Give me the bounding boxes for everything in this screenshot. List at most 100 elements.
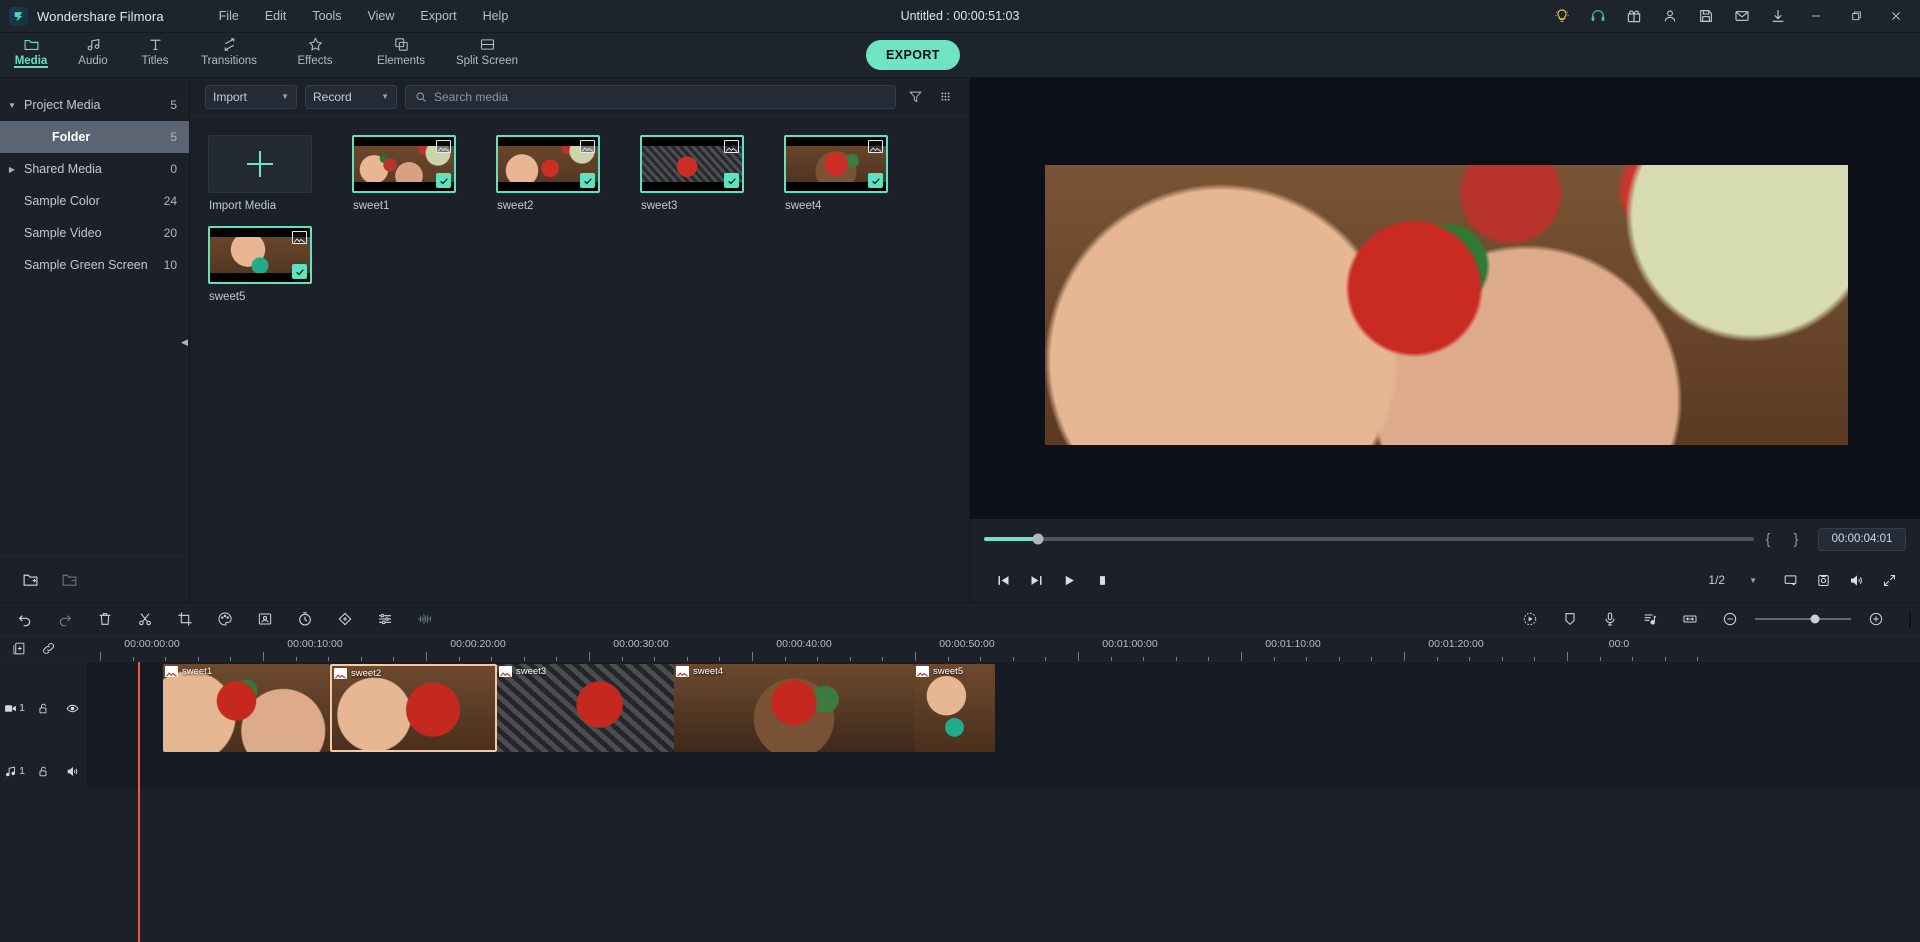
menu-edit[interactable]: Edit: [252, 5, 300, 27]
sidebar-item-folder[interactable]: Folder 5: [0, 121, 189, 153]
play-button[interactable]: [1053, 565, 1086, 595]
fit-to-timeline-icon[interactable]: [1670, 603, 1710, 636]
selected-check-icon[interactable]: [724, 173, 739, 188]
zoom-out-icon[interactable]: [1710, 603, 1750, 636]
tab-effects[interactable]: Effects: [272, 33, 358, 67]
menu-file[interactable]: File: [206, 5, 252, 27]
audio-track-mute-button[interactable]: [58, 765, 87, 778]
media-thumbnail[interactable]: [640, 135, 744, 193]
tab-audio[interactable]: Audio: [62, 33, 124, 67]
menu-help[interactable]: Help: [470, 5, 522, 27]
render-preview-icon[interactable]: [1510, 603, 1550, 636]
save-project-icon[interactable]: [1688, 0, 1724, 33]
menu-tools[interactable]: Tools: [299, 5, 354, 27]
tips-lightbulb-icon[interactable]: [1544, 0, 1580, 33]
volume-icon[interactable]: [1840, 565, 1873, 595]
speed-timer-icon[interactable]: [285, 603, 325, 636]
pop-out-player-icon[interactable]: [1774, 565, 1807, 595]
sidebar-item-project-media[interactable]: ▼ Project Media 5: [0, 89, 189, 121]
keyframe-diamond-icon[interactable]: [325, 603, 365, 636]
collapse-sidebar-handle[interactable]: ◀: [179, 329, 190, 355]
import-media-button[interactable]: [208, 135, 312, 193]
audio-mixer-icon[interactable]: [365, 603, 405, 636]
delete-trash-icon[interactable]: [85, 603, 125, 636]
preview-stage[interactable]: [970, 78, 1920, 519]
timeline-clip[interactable]: sweet5: [914, 664, 995, 752]
green-screen-icon[interactable]: [245, 603, 285, 636]
mark-out-button[interactable]: }: [1782, 531, 1810, 548]
new-folder-icon[interactable]: [22, 571, 39, 588]
tab-media[interactable]: Media: [0, 33, 62, 68]
tab-split-screen[interactable]: Split Screen: [444, 33, 530, 67]
record-dropdown[interactable]: Record ▼: [305, 84, 397, 109]
selected-check-icon[interactable]: [868, 173, 883, 188]
sidebar-item-shared-media[interactable]: ▶ Shared Media 0: [0, 153, 189, 185]
media-thumbnail[interactable]: [352, 135, 456, 193]
tab-transitions[interactable]: Transitions: [186, 33, 272, 67]
sidebar-item-sample-color[interactable]: Sample Color 24: [0, 185, 189, 217]
preview-timecode[interactable]: 00:00:04:01: [1818, 527, 1906, 551]
video-track-lock-button[interactable]: [29, 702, 58, 715]
expand-arrow-icon[interactable]: ▶: [0, 165, 24, 174]
selected-check-icon[interactable]: [580, 173, 595, 188]
video-track-visibility-button[interactable]: [58, 702, 87, 715]
expand-arrow-icon[interactable]: ▼: [0, 101, 24, 110]
detach-audio-icon[interactable]: [1630, 603, 1670, 636]
next-frame-button[interactable]: [1020, 565, 1053, 595]
menu-view[interactable]: View: [355, 5, 408, 27]
audio-track-lock-button[interactable]: [29, 765, 58, 778]
timeline-clip[interactable]: sweet1: [163, 664, 330, 752]
minimize-button[interactable]: [1796, 0, 1836, 33]
media-thumbnail[interactable]: [208, 226, 312, 284]
support-headset-icon[interactable]: [1580, 0, 1616, 33]
mark-in-button[interactable]: {: [1754, 531, 1782, 548]
selected-check-icon[interactable]: [292, 264, 307, 279]
voiceover-microphone-icon[interactable]: [1590, 603, 1630, 636]
remove-folder-icon[interactable]: [61, 571, 78, 588]
zoom-in-icon[interactable]: [1856, 603, 1896, 636]
sidebar-item-sample-video[interactable]: Sample Video 20: [0, 217, 189, 249]
tab-titles[interactable]: Titles: [124, 33, 186, 67]
undo-icon[interactable]: [5, 603, 45, 636]
import-dropdown[interactable]: Import ▼: [205, 84, 297, 109]
media-thumbnail[interactable]: [784, 135, 888, 193]
sidebar-item-sample-green-screen[interactable]: Sample Green Screen 10: [0, 249, 189, 281]
timeline-clip[interactable]: sweet4: [674, 664, 914, 752]
search-media-box[interactable]: [405, 84, 896, 109]
timeline-zoom-slider[interactable]: [1755, 609, 1851, 629]
timeline-clip[interactable]: sweet3: [497, 664, 674, 752]
audio-waveform-icon[interactable]: [405, 603, 445, 636]
tab-elements[interactable]: Elements: [358, 33, 444, 67]
timeline-clip[interactable]: sweet2: [330, 664, 497, 752]
preview-scrubber[interactable]: [984, 533, 1754, 545]
color-palette-icon[interactable]: [205, 603, 245, 636]
download-icon[interactable]: [1760, 0, 1796, 33]
menu-export[interactable]: Export: [407, 5, 469, 27]
mail-icon[interactable]: [1724, 0, 1760, 33]
stop-button[interactable]: [1086, 565, 1119, 595]
add-track-icon[interactable]: [12, 641, 27, 656]
zoom-slider-handle[interactable]: [1810, 614, 1820, 624]
selected-check-icon[interactable]: [436, 173, 451, 188]
timeline-ruler[interactable]: 00:00:00:00 00:00:10:00 00:00:20:00 00:00:3…: [88, 636, 1920, 661]
panel-resize-handle[interactable]: [1908, 609, 1912, 629]
scrubber-handle[interactable]: [1032, 533, 1044, 545]
playback-quality-dropdown[interactable]: 1/2 ▼: [1701, 568, 1764, 592]
fullscreen-icon[interactable]: [1873, 565, 1906, 595]
close-button[interactable]: [1876, 0, 1916, 33]
snapshot-camera-icon[interactable]: [1807, 565, 1840, 595]
audio-track-body[interactable]: [88, 754, 1920, 788]
video-track-body[interactable]: sweet1 sweet2 sweet3 sweet4 sweet5: [88, 662, 1920, 754]
filter-funnel-icon[interactable]: [904, 86, 926, 108]
account-person-icon[interactable]: [1652, 0, 1688, 33]
crop-icon[interactable]: [165, 603, 205, 636]
media-thumbnail[interactable]: [496, 135, 600, 193]
search-input[interactable]: [434, 89, 886, 104]
link-clips-icon[interactable]: [41, 641, 56, 656]
grid-view-icon[interactable]: [934, 86, 956, 108]
marker-icon[interactable]: [1550, 603, 1590, 636]
maximize-button[interactable]: [1836, 0, 1876, 33]
gift-icon[interactable]: [1616, 0, 1652, 33]
previous-frame-button[interactable]: [987, 565, 1020, 595]
split-scissors-icon[interactable]: [125, 603, 165, 636]
